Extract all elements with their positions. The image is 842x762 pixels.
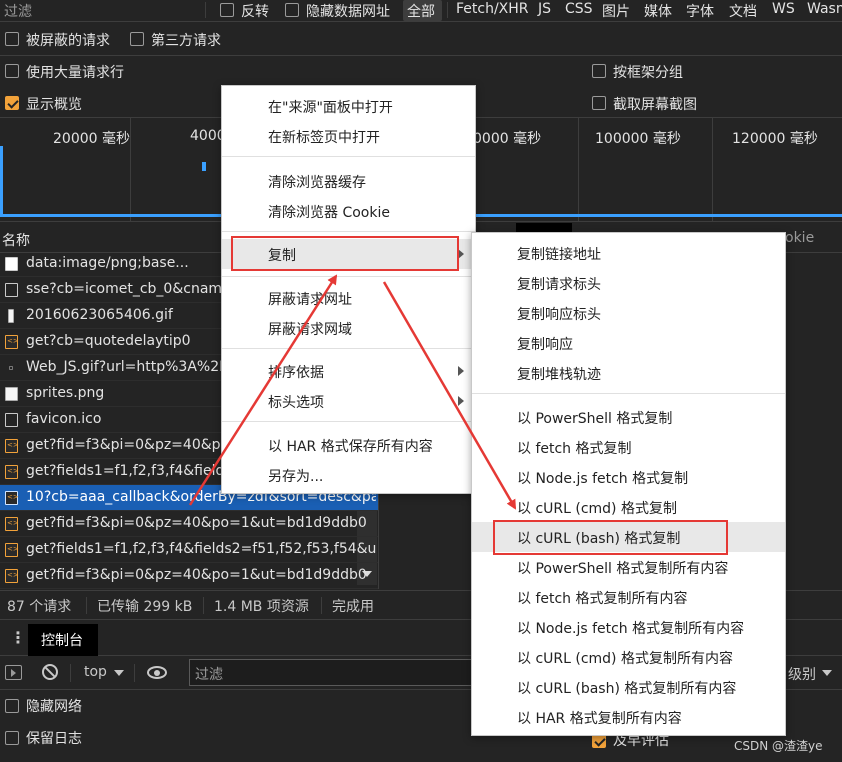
arrow-to-curl-bash <box>382 281 517 510</box>
arrow-to-copy <box>188 274 338 506</box>
watermark: CSDN @渣渣ye <box>734 739 823 753</box>
annotation-arrows <box>188 274 517 510</box>
